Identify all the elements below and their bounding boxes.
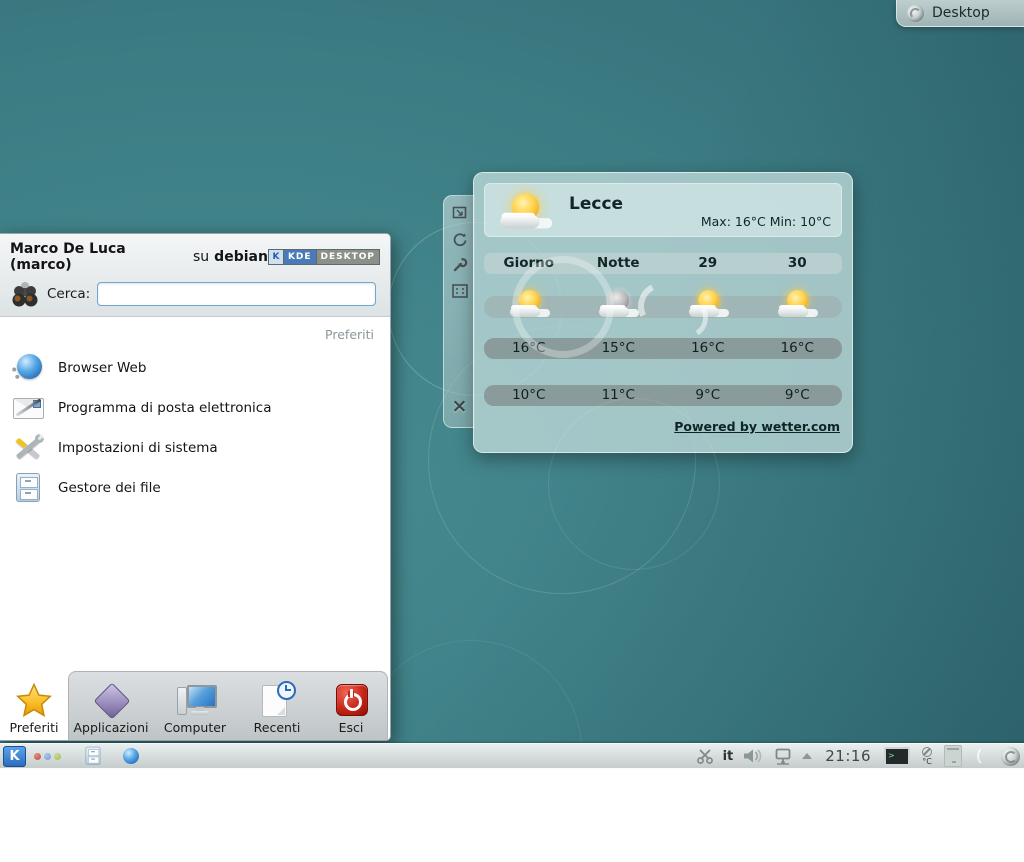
- sun-cloud-icon: [688, 289, 728, 319]
- weather-high-temps: 16°C 15°C 16°C 16°C: [484, 338, 842, 359]
- menu-item-file-manager[interactable]: Gestore dei file: [0, 468, 390, 508]
- user-name: Marco De Luca (marco): [10, 241, 188, 273]
- moon-cloud-icon: [598, 289, 638, 319]
- network-monitor-icon[interactable]: [773, 748, 793, 765]
- desktop-toolbox[interactable]: Desktop: [896, 0, 1024, 27]
- kickoff-tab-bar: Preferiti Applicazioni Computer Recenti …: [0, 667, 390, 740]
- browser-launcher[interactable]: [123, 748, 139, 764]
- temp-value: 9°C: [753, 385, 843, 406]
- kickoff-header: Marco De Luca (marco) su debian K KDE DE…: [0, 234, 390, 317]
- sun-cloud-icon: [499, 192, 551, 231]
- column-header: Notte: [574, 253, 664, 274]
- temp-value: 15°C: [574, 338, 664, 359]
- host-name: debian: [214, 249, 268, 265]
- temp-value: 10°C: [484, 385, 574, 406]
- weather-tray-icon[interactable]: °C: [919, 747, 935, 766]
- weather-max-min: Max: 16°C Min: 10°C: [701, 214, 831, 229]
- power-button-icon: [332, 683, 370, 717]
- star-icon: [15, 683, 53, 717]
- cashew-icon: [1001, 747, 1020, 766]
- section-label: Preferiti: [0, 317, 390, 348]
- rotate-icon[interactable]: [451, 230, 468, 247]
- settings-grid-icon[interactable]: [451, 282, 468, 299]
- tab-preferiti[interactable]: Preferiti: [0, 667, 68, 740]
- swirl-arc-icon: [977, 745, 999, 767]
- crossed-tools-icon: [12, 432, 44, 464]
- keyboard-layout-indicator[interactable]: it: [723, 749, 734, 764]
- column-header: 29: [663, 253, 753, 274]
- weather-header: Lecce Max: 16°C Min: 10°C: [484, 183, 842, 237]
- column-header: 30: [753, 253, 843, 274]
- temp-value: 9°C: [663, 385, 753, 406]
- menu-item-system-settings[interactable]: Impostazioni di sistema: [0, 428, 390, 468]
- tab-applicazioni[interactable]: Applicazioni: [72, 671, 150, 740]
- volume-icon[interactable]: [742, 748, 764, 764]
- wetter-credit-link[interactable]: Powered by wetter.com: [674, 419, 840, 434]
- sun-cloud-icon: [777, 289, 817, 319]
- search-input[interactable]: [97, 282, 376, 306]
- file-manager-launcher[interactable]: [83, 746, 103, 766]
- tab-recenti[interactable]: Recenti: [238, 671, 316, 740]
- kickoff-favorites-view: Preferiti Browser Web Programma di posta…: [0, 317, 390, 667]
- terminal-icon[interactable]: >: [884, 747, 910, 766]
- kickoff-menu: Marco De Luca (marco) su debian K KDE DE…: [0, 233, 391, 741]
- bottom-panel: K it 21:16 > °C: [0, 743, 1024, 768]
- kde-menu-button[interactable]: K: [3, 746, 26, 767]
- blue-dot-icon: [44, 753, 51, 760]
- title-connector: su: [193, 249, 209, 265]
- binoculars-search-icon: [10, 280, 40, 308]
- configure-wrench-icon[interactable]: [451, 256, 468, 273]
- kde-diamond-icon: [92, 683, 130, 717]
- column-header: Giorno: [484, 253, 574, 274]
- close-icon[interactable]: ×: [452, 398, 468, 415]
- scissors-klipper-icon[interactable]: [696, 748, 714, 764]
- search-label: Cerca:: [47, 286, 90, 302]
- temp-value: 11°C: [574, 385, 664, 406]
- green-dot-icon: [54, 753, 61, 760]
- panel-mini-widget[interactable]: [944, 745, 962, 767]
- temp-value: 16°C: [753, 338, 843, 359]
- tab-computer[interactable]: Computer: [156, 671, 234, 740]
- menu-item-email[interactable]: Programma di posta elettronica: [0, 388, 390, 428]
- konqueror-globe-icon: [12, 352, 44, 384]
- file-cabinet-icon: [12, 472, 44, 504]
- weather-low-temps: 10°C 11°C 9°C 9°C: [484, 385, 842, 406]
- toolbox-label: Desktop: [932, 5, 990, 21]
- system-tray: it 21:16 > °C: [696, 745, 1022, 767]
- resize-icon[interactable]: [451, 204, 468, 221]
- panel-clock[interactable]: 21:16: [825, 747, 871, 765]
- weather-widget: Lecce Max: 16°C Min: 10°C Giorno Notte 2…: [473, 172, 853, 453]
- temp-value: 16°C: [484, 338, 574, 359]
- tab-esci[interactable]: Esci: [312, 671, 390, 740]
- mail-envelope-pen-icon: [12, 392, 44, 424]
- panel-toolbox[interactable]: [977, 745, 1020, 767]
- temp-value: 16°C: [663, 338, 753, 359]
- menu-item-browser-web[interactable]: Browser Web: [0, 348, 390, 388]
- kde-desktop-badge: K KDE DESKTOP: [268, 249, 380, 265]
- document-clock-icon: [258, 683, 296, 717]
- cashew-icon: [907, 5, 924, 22]
- weather-icon-row: [484, 282, 842, 330]
- sun-cloud-icon: [509, 289, 549, 319]
- activity-dots[interactable]: [34, 753, 61, 760]
- user-title: Marco De Luca (marco) su debian K KDE DE…: [10, 241, 380, 273]
- computer-monitor-icon: [176, 683, 214, 717]
- tray-expander-icon[interactable]: [802, 753, 812, 759]
- widget-handle[interactable]: ×: [443, 195, 475, 428]
- kde-logo-icon: K: [269, 250, 284, 264]
- weather-city: Lecce: [569, 194, 623, 214]
- red-dot-icon: [34, 753, 41, 760]
- weather-column-headers: Giorno Notte 29 30: [484, 253, 842, 274]
